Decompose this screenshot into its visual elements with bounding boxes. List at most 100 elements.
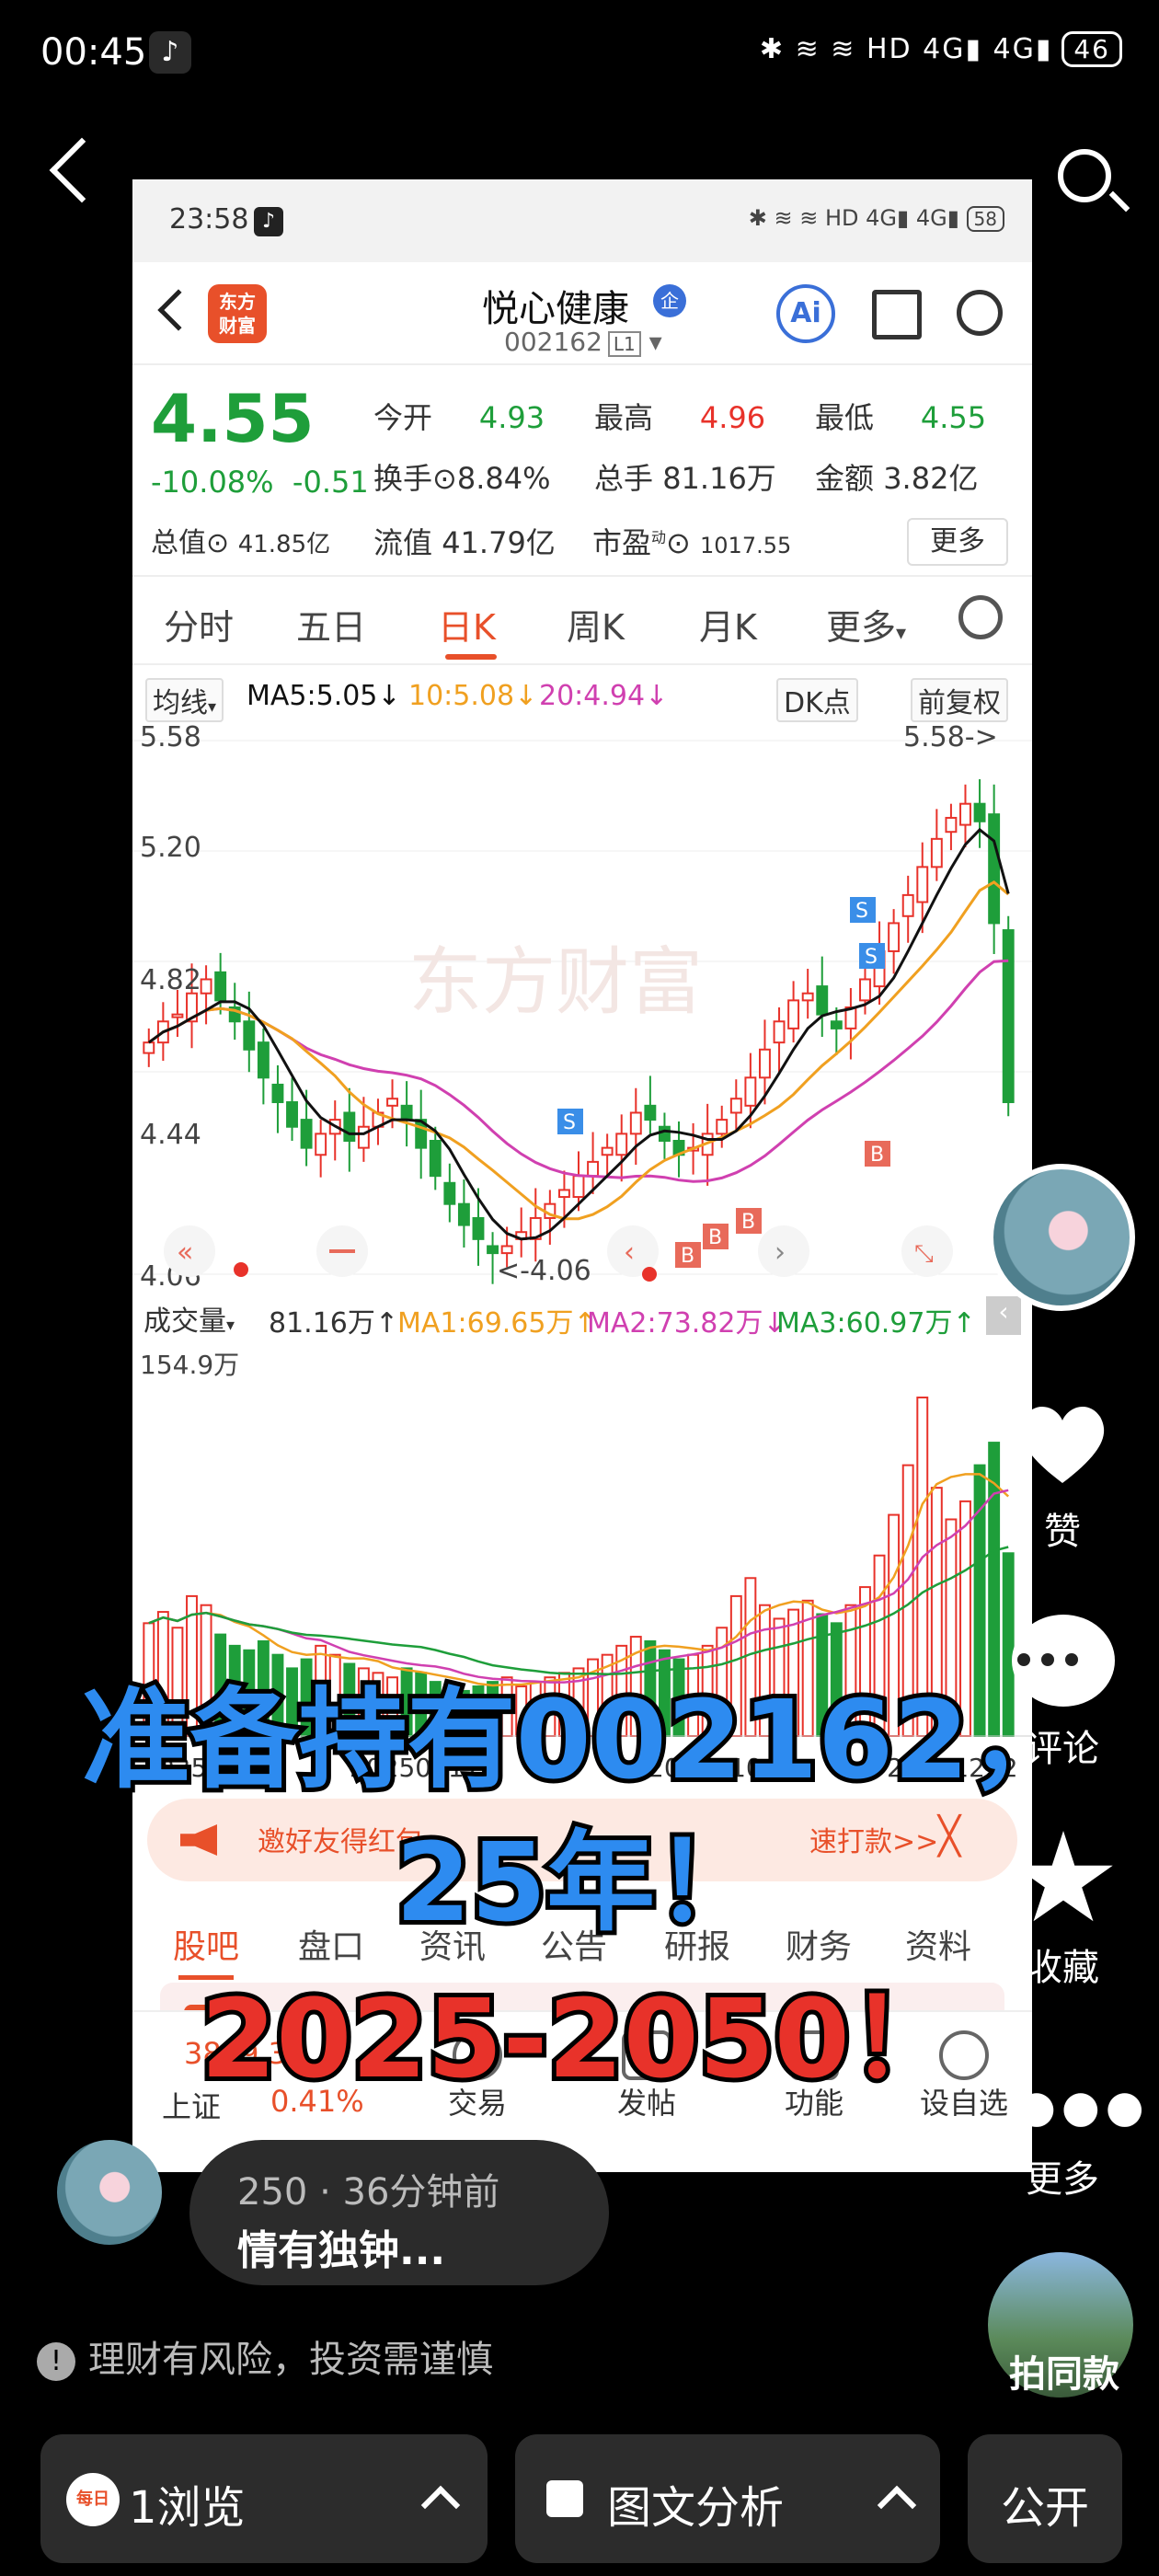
stock-code: 002162 L1 ▾ <box>504 327 662 357</box>
candle <box>386 1098 398 1107</box>
candle <box>572 1175 585 1199</box>
low-field: 最低 4.55 <box>815 400 987 435</box>
dk-point-button[interactable]: DK点 <box>776 678 858 722</box>
caption-line-3: 2025-2050！ <box>196 1971 963 2107</box>
vol-y-label: 154.9万 <box>140 1350 239 1380</box>
analysis-button[interactable]: 图文分析 <box>515 2434 940 2563</box>
search-icon[interactable] <box>1058 149 1111 202</box>
candle <box>916 866 929 903</box>
author-avatar[interactable] <box>988 1164 1135 1311</box>
caption-line-1: 准备持有002162， <box>77 1672 1083 1808</box>
candle <box>830 1020 843 1029</box>
candle <box>587 1160 600 1178</box>
ma5-value: MA5:5.05↓ <box>247 680 401 712</box>
high-field: 最高 4.96 <box>594 400 766 435</box>
mcap-field: 总值⊙ 41.85亿 <box>151 527 331 559</box>
adjust-button[interactable]: 前复权 <box>911 678 1008 722</box>
volume-field: 总手 81.16万 <box>594 461 776 496</box>
tab-weekly-k[interactable]: 周K <box>567 599 625 650</box>
svg-text:B: B <box>681 1245 694 1268</box>
svg-text:«: « <box>177 1236 193 1269</box>
svg-text:B: B <box>708 1226 722 1249</box>
candle <box>888 922 901 952</box>
tab-more[interactable]: 更多▾ <box>826 599 906 650</box>
vol-ma3: MA3:60.97万↑ <box>776 1307 976 1340</box>
comment-meta: 250 · 36分钟前 <box>237 2171 500 2214</box>
candle <box>744 1076 757 1107</box>
candle <box>801 992 814 1002</box>
candle <box>357 1125 370 1149</box>
chevron-up-icon <box>420 2485 461 2525</box>
candle <box>859 978 871 1002</box>
search-icon[interactable] <box>957 290 1003 336</box>
ma20-value: 20:4.94↓ <box>539 680 669 712</box>
candle <box>271 1083 284 1104</box>
views-button[interactable]: 每日 1浏览 <box>40 2434 488 2563</box>
candle <box>930 837 943 868</box>
ma-selector[interactable]: 均线▾ <box>145 678 224 722</box>
caption-line-2: 25年！ <box>391 1814 768 1950</box>
price-change: -10.08% -0.51 <box>151 465 369 500</box>
candle <box>429 1140 442 1178</box>
candle <box>959 802 971 826</box>
candlestick-chart[interactable]: 东方财富 5.58 5.20 4.82 4.44 4.06 5.58-> <-4… <box>132 722 1032 1293</box>
tab-daily-k[interactable]: 日K <box>438 599 496 650</box>
candle <box>759 1048 771 1079</box>
volume-value: 81.16万↑ <box>269 1307 399 1340</box>
more-icon[interactable]: ●●● <box>1017 2081 1150 2133</box>
comment-label: 评论 <box>1026 1728 1099 1770</box>
svg-text:S: S <box>563 1111 576 1134</box>
candle <box>400 1104 413 1121</box>
svg-text:B: B <box>741 1211 755 1234</box>
current-price: 4.55 <box>151 380 315 457</box>
vol-ma2: MA2:73.82万↓ <box>587 1307 786 1340</box>
candle <box>729 1098 742 1114</box>
tab-intraday[interactable]: 分时 <box>164 599 234 650</box>
candle <box>716 1119 729 1135</box>
candle <box>472 1216 485 1240</box>
more-button[interactable]: 更多 <box>907 518 1008 566</box>
back-icon[interactable] <box>157 289 200 331</box>
ai-icon[interactable]: Ai <box>776 284 835 343</box>
chevron-up-icon <box>877 2485 917 2525</box>
candle <box>773 1020 786 1044</box>
risk-notice: ! 理财有风险，投资需谨慎 <box>37 2329 493 2383</box>
app-logo: 东方 财富 <box>208 284 267 343</box>
public-button[interactable]: 公开 <box>968 2434 1122 2563</box>
settings-icon[interactable] <box>958 595 1003 639</box>
level-badge: L1 <box>607 331 641 357</box>
back-icon[interactable] <box>49 137 115 203</box>
tiktok-icon: ♪ <box>149 31 191 74</box>
chart-icon <box>546 2480 583 2517</box>
stock-header: 东方 财富 悦心健康 企 002162 L1 ▾ Ai <box>132 262 1032 363</box>
share-icon[interactable] <box>872 290 922 339</box>
candle <box>443 1181 456 1205</box>
battery-icon: 46 <box>1061 31 1122 67</box>
duet-label[interactable]: 拍同款 <box>995 2344 1133 2398</box>
candle <box>901 893 914 917</box>
collapse-icon[interactable]: ‹ <box>986 1296 1021 1335</box>
commenter-avatar[interactable] <box>57 2140 162 2245</box>
candle <box>500 1245 513 1255</box>
svg-text:›: › <box>775 1236 786 1269</box>
candle <box>300 1119 313 1149</box>
candle <box>143 1041 155 1054</box>
comment-icon[interactable] <box>1012 1615 1115 1707</box>
svg-text:S: S <box>855 900 868 923</box>
stock-name: 悦心健康 <box>482 288 629 330</box>
min-note: <-4.06 <box>497 1255 591 1287</box>
watermark: 东方财富 <box>408 939 703 1025</box>
candle <box>315 1133 327 1156</box>
like-label: 赞 <box>1044 1511 1081 1553</box>
comment-bubble[interactable]: 250 · 36分钟前 情有独钟... <box>189 2140 609 2285</box>
ma10-value: 10:5.08↓ <box>408 680 538 712</box>
tiktok-icon: ♪ <box>254 207 283 236</box>
favorite-label: 收藏 <box>1026 1947 1099 1989</box>
volume-selector[interactable]: 成交量▾ <box>138 1298 241 1339</box>
heart-icon[interactable] <box>1012 1398 1113 1490</box>
y-label-top: 5.58 <box>140 722 201 753</box>
daily-icon: 每日 <box>66 2473 120 2526</box>
candle <box>243 1020 256 1051</box>
tab-monthly-k[interactable]: 月K <box>699 599 757 650</box>
tab-5day[interactable]: 五日 <box>296 599 366 650</box>
